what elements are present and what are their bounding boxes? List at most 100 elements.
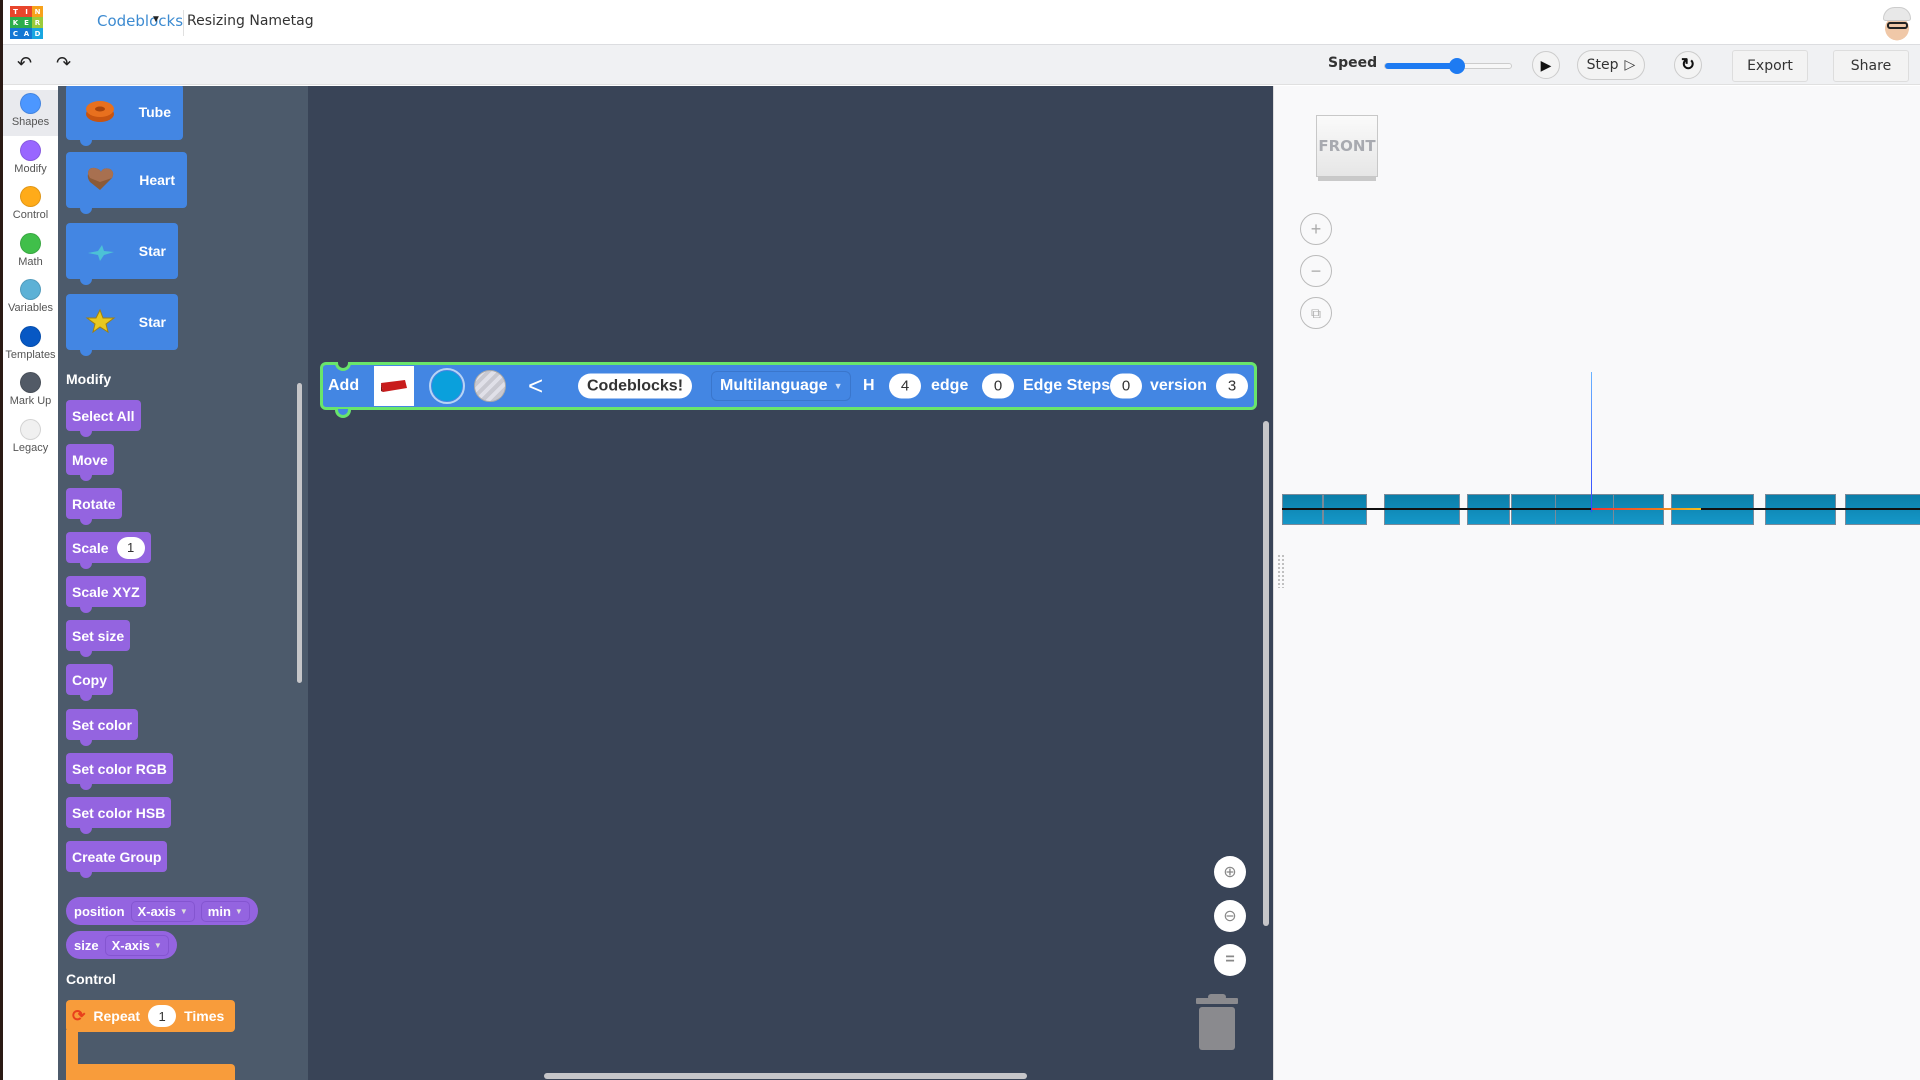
reset-button[interactable]: ↻ (1674, 51, 1702, 79)
logo-letter: C (10, 28, 21, 39)
share-button[interactable]: Share (1833, 50, 1909, 82)
shape-thumbnail[interactable] (374, 366, 414, 406)
block-label: Create Group (72, 848, 162, 865)
block-heart[interactable]: Heart (66, 152, 187, 214)
block-set-size[interactable]: Set size (66, 620, 131, 657)
undo-icon[interactable]: ↶ (17, 53, 32, 74)
block-notch (80, 473, 92, 481)
z-axis-line (1591, 372, 1592, 512)
category-modify[interactable]: Modify (3, 137, 58, 183)
minus-icon: − (1310, 260, 1322, 281)
block-set-color-rgb[interactable]: Set color RGB (66, 753, 173, 790)
category-label: Modify (14, 162, 47, 175)
top-bar: T I N K E R C A D Codeblocks ▼ Resizing … (3, 0, 1920, 45)
block-suffix: Times (184, 1008, 225, 1024)
category-shapes[interactable]: Shapes (3, 90, 58, 136)
edge-steps-input[interactable]: 0 (1110, 373, 1142, 399)
add-text-block[interactable]: Add < Codeblocks! Multilanguage ▼ H 4 edg… (320, 362, 1257, 418)
block-rotate[interactable]: Rotate (66, 488, 122, 525)
category-control[interactable]: Control (3, 183, 58, 229)
block-move[interactable]: Move (66, 444, 114, 481)
workspace-horizontal-scrollbar[interactable] (544, 1073, 1027, 1079)
block-copy[interactable]: Copy (66, 664, 113, 701)
scale-value-input[interactable]: 1 (116, 536, 145, 559)
hole-toggle[interactable] (474, 370, 506, 402)
block-notch (80, 782, 92, 790)
speed-slider[interactable] (1384, 58, 1512, 74)
text-value-input[interactable]: Codeblocks! (578, 373, 693, 399)
chevron-down-icon[interactable]: ▼ (151, 14, 161, 25)
axis-dropdown[interactable]: X-axis ▼ (104, 934, 169, 956)
view-cube[interactable]: FRONT (1316, 115, 1378, 177)
block-notch (80, 206, 92, 214)
block-label: Copy (72, 671, 107, 688)
3d-viewport[interactable]: FRONT + − ⧉ (1273, 86, 1920, 1080)
viewport-zoom-out-button[interactable]: − (1300, 255, 1332, 287)
logo-letter: E (21, 17, 32, 28)
font-dropdown[interactable]: Multilanguage ▼ (711, 371, 852, 401)
block-notch (335, 409, 351, 418)
category-variables[interactable]: Variables (3, 276, 58, 322)
view-cube-base (1318, 177, 1376, 181)
block-notch (80, 870, 92, 878)
workspace-zoom-out-button[interactable]: ⊖ (1214, 900, 1246, 932)
block-star[interactable]: Star (66, 294, 178, 356)
repeat-count-input[interactable]: 1 (148, 1005, 177, 1027)
logo-letter: D (32, 28, 43, 39)
block-create-group[interactable]: Create Group (66, 841, 168, 878)
h-label: H (863, 377, 875, 394)
block-tube[interactable]: Tube (66, 86, 183, 146)
category-legacy[interactable]: Legacy (3, 416, 58, 462)
step-icon: ▷ (1624, 57, 1636, 73)
color-swatch[interactable] (429, 368, 465, 404)
block-label: Scale XYZ (72, 583, 140, 600)
block-label: Star (138, 243, 166, 259)
version-input[interactable]: 3 (1216, 373, 1248, 399)
block-notch (80, 517, 92, 525)
flyout-scrollbar[interactable] (297, 383, 302, 683)
mode-dropdown[interactable]: min ▼ (200, 900, 250, 922)
section-heading-control: Control (66, 971, 116, 987)
play-button[interactable]: ▶ (1532, 51, 1560, 79)
workspace-reset-zoom-button[interactable]: = (1214, 944, 1246, 976)
category-color-dot (20, 325, 41, 347)
repeat-block-footer (66, 1064, 235, 1080)
viewport-fit-button[interactable]: ⧉ (1300, 297, 1332, 329)
code-workspace[interactable]: Add < Codeblocks! Multilanguage ▼ H 4 edg… (308, 86, 1273, 1080)
category-mark-up[interactable]: Mark Up (3, 369, 58, 415)
resize-handle[interactable] (1277, 554, 1285, 588)
category-label: Shapes (11, 116, 50, 128)
block-set-color-hsb[interactable]: Set color HSB (66, 797, 172, 834)
block-label: Set color HSB (72, 804, 166, 821)
category-math[interactable]: Math (3, 230, 58, 276)
category-templates[interactable]: Templates (3, 323, 58, 369)
speed-slider-handle[interactable] (1448, 58, 1465, 74)
workspace-vertical-scrollbar[interactable] (1263, 421, 1269, 926)
block-size-reporter[interactable]: size X-axis ▼ (66, 931, 177, 959)
block-select-all[interactable]: Select All (66, 400, 141, 437)
block-position-reporter[interactable]: position X-axis ▼ min ▼ (66, 897, 258, 925)
tinkercad-logo[interactable]: T I N K E R C A D (10, 6, 43, 39)
category-color-dot (20, 139, 41, 161)
trash-icon[interactable] (1196, 994, 1238, 1050)
h-input[interactable]: 4 (889, 373, 921, 399)
export-button[interactable]: Export (1732, 50, 1808, 82)
edge-input[interactable]: 0 (982, 373, 1014, 399)
document-title[interactable]: Resizing Nametag (187, 13, 314, 29)
app-switcher[interactable]: Codeblocks (97, 12, 183, 30)
viewport-zoom-in-button[interactable]: + (1300, 213, 1332, 245)
block-star[interactable]: Star (66, 223, 178, 285)
category-label: Variables (7, 302, 54, 314)
block-set-color[interactable]: Set color (66, 709, 138, 746)
dropdown-value: X-axis (111, 937, 150, 953)
block-label: Repeat (93, 1008, 141, 1024)
collapse-chevron-icon[interactable]: < (528, 371, 543, 402)
block-scale-xyz[interactable]: Scale XYZ (66, 576, 146, 613)
step-button[interactable]: Step ▷ (1577, 50, 1645, 80)
block-scale[interactable]: Scale 1 (66, 532, 151, 569)
axis-dropdown[interactable]: X-axis ▼ (130, 900, 195, 922)
block-repeat[interactable]: ⟳ Repeat 1 Times (66, 1000, 235, 1032)
redo-icon[interactable]: ↷ (56, 53, 71, 74)
user-avatar[interactable] (1879, 5, 1915, 41)
workspace-zoom-in-button[interactable]: ⊕ (1214, 856, 1246, 888)
